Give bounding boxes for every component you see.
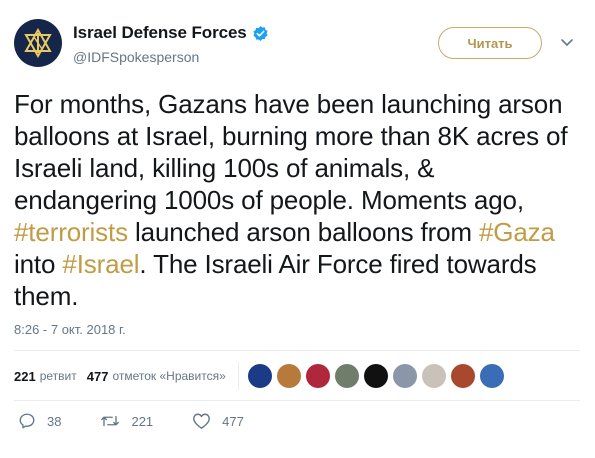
hashtag-link[interactable]: #Gaza: [479, 217, 555, 247]
divider: [14, 400, 580, 401]
like-count: 477: [222, 413, 244, 429]
avatar[interactable]: [14, 19, 62, 67]
retweets-label: ретвит: [39, 369, 77, 383]
likes-count: 477: [86, 368, 109, 384]
follow-button[interactable]: Читать: [438, 27, 542, 59]
display-name-row: Israel Defense Forces: [73, 23, 269, 43]
heart-icon: [193, 413, 211, 429]
display-name[interactable]: Israel Defense Forces: [73, 23, 247, 43]
liker-avatar[interactable]: [450, 364, 475, 388]
tweet-actions: 38 221 477: [18, 412, 283, 430]
like-button[interactable]: 477: [192, 412, 244, 430]
idf-emblem-icon: [24, 28, 52, 58]
verified-badge-icon: [253, 25, 268, 41]
liker-avatar[interactable]: [392, 364, 417, 388]
hashtag-link[interactable]: #Israel: [62, 249, 139, 279]
liker-avatar[interactable]: [421, 364, 446, 388]
divider: [14, 350, 580, 351]
liker-avatar[interactable]: [334, 364, 359, 388]
liker-avatar[interactable]: [479, 364, 504, 388]
hashtag-link[interactable]: #terrorists: [14, 217, 128, 247]
tweet-stats: 221 ретвит 477 отметок «Нравится»: [14, 361, 509, 391]
liker-avatar[interactable]: [276, 364, 301, 388]
retweet-count: 221: [131, 413, 154, 429]
retweet-button[interactable]: 221: [100, 412, 153, 430]
retweets-stat[interactable]: 221 ретвит: [14, 369, 77, 384]
liker-avatar[interactable]: [247, 364, 272, 388]
reply-count: 38: [47, 413, 62, 429]
handle[interactable]: @IDFSpokesperson: [73, 49, 269, 65]
likes-stat[interactable]: 477 отметок «Нравится»: [87, 369, 226, 384]
tweet-header: Israel Defense Forces @IDFSpokesperson Ч…: [14, 14, 581, 74]
name-block: Israel Defense Forces @IDFSpokesperson: [73, 23, 269, 65]
likes-label: отметок «Нравится»: [112, 369, 226, 383]
stat-separator: [237, 362, 239, 390]
reply-button[interactable]: 38: [18, 412, 61, 430]
reply-icon: [19, 413, 35, 429]
liker-avatar[interactable]: [363, 364, 388, 388]
tweet-text-part: launched arson balloons from: [127, 217, 479, 247]
likers-avatars: [247, 364, 509, 388]
tweet-text-part: into: [14, 249, 63, 279]
chevron-down-icon[interactable]: [560, 38, 574, 48]
retweet-icon: [101, 415, 120, 427]
tweet-text: For months, Gazans have been launching a…: [14, 88, 584, 312]
tweet-timestamp[interactable]: 8:26 - 7 окт. 2018 г.: [14, 322, 126, 337]
tweet-text-part: For months, Gazans have been launching a…: [14, 89, 568, 215]
retweets-count: 221: [14, 368, 36, 384]
liker-avatar[interactable]: [305, 364, 330, 388]
